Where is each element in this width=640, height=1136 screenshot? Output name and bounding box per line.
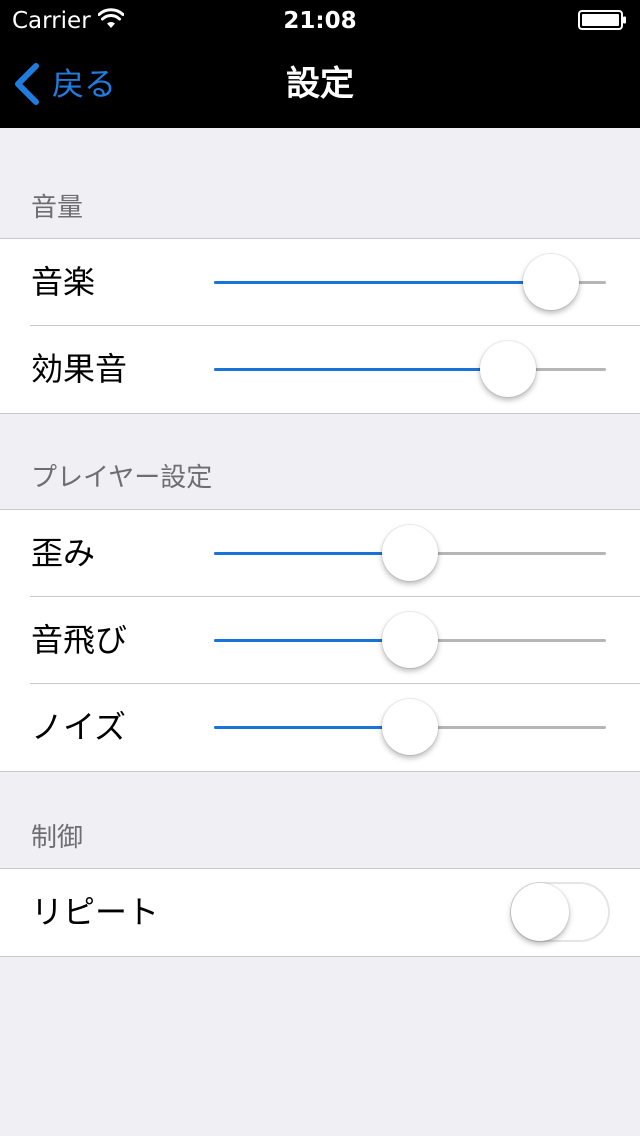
volume-section: 音楽 効果音 bbox=[0, 238, 640, 414]
battery-icon bbox=[578, 10, 626, 30]
setting-row-music: 音楽 bbox=[0, 239, 640, 326]
repeat-toggle[interactable] bbox=[510, 882, 610, 942]
distortion-label: 歪み bbox=[31, 534, 96, 572]
slider-fill bbox=[214, 281, 552, 284]
control-section: リピート bbox=[0, 868, 640, 957]
setting-row-repeat: リピート bbox=[0, 869, 640, 956]
section-header-volume: 音量 bbox=[31, 193, 84, 223]
skip-label: 音飛び bbox=[31, 621, 128, 659]
setting-row-skip: 音飛び bbox=[0, 596, 640, 684]
status-bar: Carrier 21:08 bbox=[0, 0, 640, 40]
slider-fill bbox=[214, 552, 410, 555]
slider-thumb[interactable] bbox=[382, 525, 438, 581]
repeat-label: リピート bbox=[31, 893, 160, 931]
skip-slider[interactable] bbox=[214, 597, 606, 684]
music-label: 音楽 bbox=[31, 263, 96, 301]
slider-fill bbox=[214, 639, 410, 642]
setting-row-noise: ノイズ bbox=[0, 683, 640, 771]
sound-effects-volume-slider[interactable] bbox=[214, 326, 606, 413]
noise-slider[interactable] bbox=[214, 684, 606, 771]
player-settings-section: 歪み 音飛び ノイズ bbox=[0, 509, 640, 772]
setting-row-distortion: 歪み bbox=[0, 510, 640, 597]
distortion-slider[interactable] bbox=[214, 510, 606, 597]
setting-row-sound-effects: 効果音 bbox=[0, 325, 640, 413]
sound-effects-label: 効果音 bbox=[31, 350, 128, 388]
toggle-knob bbox=[511, 883, 569, 941]
slider-thumb[interactable] bbox=[382, 612, 438, 668]
slider-fill bbox=[214, 368, 508, 371]
page-title: 設定 bbox=[286, 64, 354, 104]
music-volume-slider[interactable] bbox=[214, 239, 606, 326]
slider-thumb[interactable] bbox=[382, 699, 438, 755]
navigation-bar: 戻る 設定 bbox=[0, 40, 640, 128]
clock-time: 21:08 bbox=[283, 8, 357, 34]
noise-label: ノイズ bbox=[31, 708, 127, 746]
slider-fill bbox=[214, 726, 410, 729]
slider-thumb[interactable] bbox=[523, 254, 580, 310]
section-header-player-settings: プレイヤー設定 bbox=[31, 463, 213, 493]
section-header-control: 制御 bbox=[31, 823, 84, 853]
slider-thumb[interactable] bbox=[480, 341, 536, 397]
